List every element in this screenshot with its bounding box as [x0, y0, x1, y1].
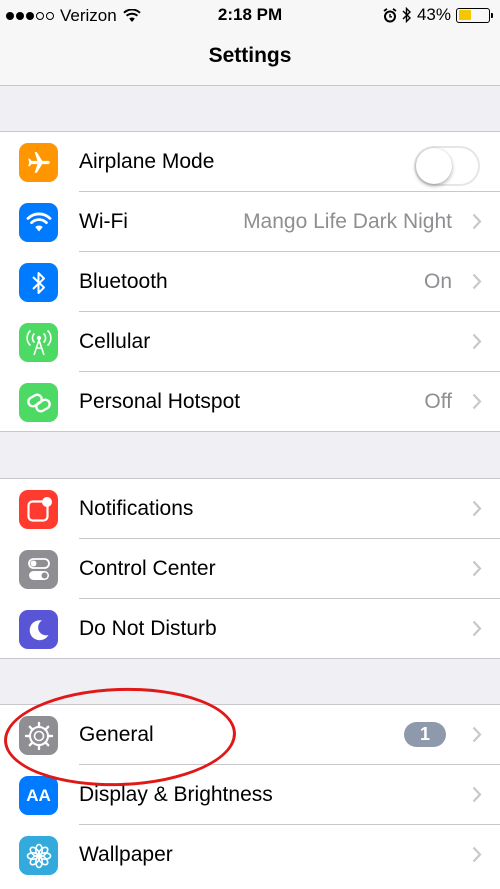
settings-row-notifications[interactable]: Notifications	[0, 479, 500, 539]
settings-group-notifications: Notifications Control Center Do Not Dist…	[0, 478, 500, 659]
settings-row-wifi[interactable]: Wi-Fi Mango Life Dark Night	[0, 192, 500, 252]
chevron-right-icon	[472, 620, 482, 637]
display-icon-text: AA	[26, 785, 51, 805]
chevron-right-icon	[472, 273, 482, 290]
settings-row-label: Bluetooth	[79, 270, 168, 293]
status-bar: Verizon 2:18 PM 43%	[0, 0, 500, 30]
settings-row-value: Mango Life Dark Night	[243, 210, 452, 233]
chevron-right-icon	[472, 213, 482, 230]
navigation-bar: Settings	[0, 30, 500, 86]
chevron-right-icon	[472, 786, 482, 803]
chevron-right-icon	[472, 846, 482, 863]
settings-group-connectivity: Airplane Mode Wi-Fi Mango Life Dark Nigh…	[0, 131, 500, 432]
notifications-icon	[19, 490, 58, 529]
alarm-icon	[383, 7, 397, 22]
airplane-mode-toggle[interactable]	[414, 146, 480, 186]
status-right: 43%	[383, 5, 493, 25]
update-badge: 1	[404, 722, 446, 747]
settings-group-general: General 1 AA Display & Brightness Wallpa…	[0, 704, 500, 889]
wifi-icon	[19, 203, 58, 242]
settings-row-label: Wi-Fi	[79, 210, 128, 233]
settings-row-display-brightness[interactable]: AA Display & Brightness	[0, 765, 500, 825]
settings-row-value: On	[423, 270, 452, 293]
chevron-right-icon	[472, 500, 482, 517]
airplane-icon	[19, 143, 58, 182]
chevron-right-icon	[472, 393, 482, 410]
settings-row-label: Personal Hotspot	[79, 390, 241, 413]
settings-row-bluetooth[interactable]: Bluetooth On	[0, 252, 500, 312]
battery-fill	[458, 10, 471, 20]
settings-row-label: Airplane Mode	[79, 150, 215, 173]
hotspot-icon	[19, 383, 58, 422]
settings-row-wallpaper[interactable]: Wallpaper	[0, 825, 500, 885]
display-icon: AA	[19, 776, 58, 815]
bluetooth-status-icon	[402, 7, 411, 23]
settings-row-label: Notifications	[79, 497, 194, 520]
wallpaper-icon	[19, 836, 58, 875]
page-title: Settings	[208, 44, 292, 67]
moon-icon	[19, 610, 58, 649]
gear-icon	[19, 716, 58, 755]
toggle-knob[interactable]	[416, 148, 452, 184]
settings-row-personal-hotspot[interactable]: Personal Hotspot Off	[0, 372, 500, 432]
settings-row-control-center[interactable]: Control Center	[0, 539, 500, 599]
settings-row-general[interactable]: General 1	[0, 705, 500, 765]
settings-row-cellular[interactable]: Cellular	[0, 312, 500, 372]
chevron-right-icon	[472, 333, 482, 350]
battery-icon	[456, 7, 493, 23]
settings-row-airplane-mode[interactable]: Airplane Mode	[0, 132, 500, 192]
settings-row-label: Cellular	[79, 330, 151, 353]
settings-row-value: Off	[424, 390, 452, 413]
chevron-right-icon	[472, 560, 482, 577]
settings-row-label: Control Center	[79, 557, 216, 580]
settings-row-label: Display & Brightness	[79, 783, 273, 806]
chevron-right-icon	[472, 726, 482, 743]
control-center-icon	[19, 550, 58, 589]
settings-row-label: Do Not Disturb	[79, 617, 217, 640]
bluetooth-icon	[19, 263, 58, 302]
settings-row-label: Wallpaper	[79, 843, 173, 866]
cellular-icon	[19, 323, 58, 362]
settings-row-do-not-disturb[interactable]: Do Not Disturb	[0, 599, 500, 659]
settings-row-label: General	[79, 723, 154, 746]
battery-percent: 43%	[416, 5, 451, 24]
